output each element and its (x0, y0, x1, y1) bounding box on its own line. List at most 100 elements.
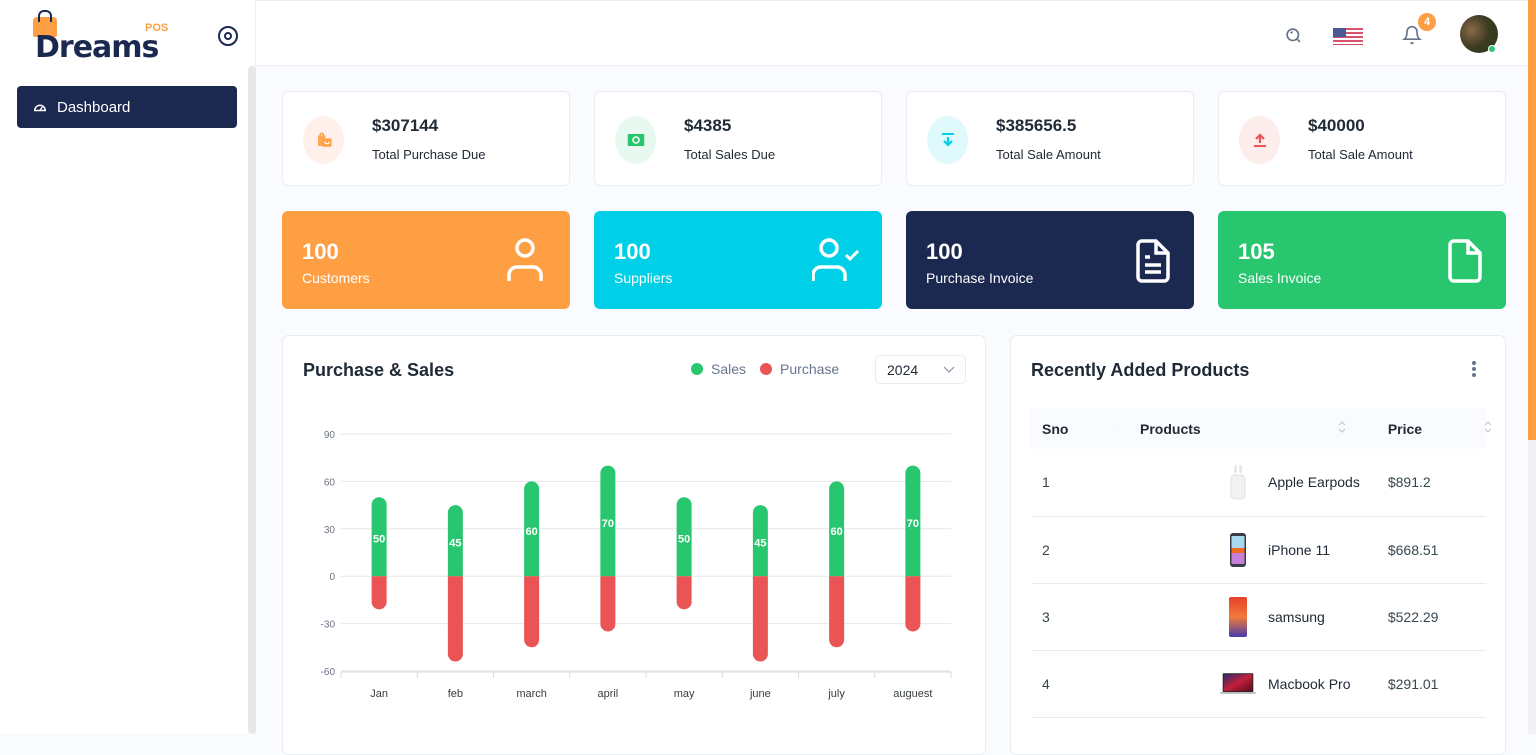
count-value: 100 (302, 239, 339, 264)
notification-badge: 4 (1418, 13, 1436, 31)
count-label: Suppliers (614, 270, 673, 286)
more-options-icon[interactable] (1471, 360, 1477, 378)
cell-sno: 1 (1031, 449, 1116, 517)
search-icon[interactable] (1285, 27, 1302, 44)
bar-purchase (371, 576, 387, 610)
column-label: Sno (1042, 420, 1069, 437)
data-label: 70 (602, 518, 614, 530)
y-tick-label: -60 (321, 667, 336, 678)
scrollbar-thumb[interactable] (1528, 0, 1536, 440)
table-row[interactable]: 4 Macbook Pro $291.01 (1031, 650, 1486, 718)
bell-icon[interactable] (1402, 25, 1422, 45)
year-select[interactable]: 2024 (875, 355, 966, 384)
sidebar-scrollbar[interactable] (248, 66, 256, 734)
stat-card-total-sale: $385656.5 Total Sale Amount (906, 91, 1194, 186)
column-header-sno[interactable]: Sno (1031, 408, 1123, 449)
table-row[interactable]: 3 samsung $522.29 (1031, 583, 1486, 651)
stat-value: $40000 (1308, 116, 1365, 135)
bar-purchase (600, 576, 616, 632)
count-label: Sales Invoice (1238, 270, 1322, 286)
cell-sno: 3 (1031, 583, 1116, 651)
count-value: 100 (614, 239, 651, 264)
count-card-customers[interactable]: 100 Customers (282, 211, 570, 309)
y-tick-label: 30 (324, 525, 336, 536)
table-header-row: Sno Products Price (1031, 408, 1492, 449)
bar-purchase (905, 576, 921, 632)
stat-card-total-sale-amount: $40000 Total Sale Amount (1218, 91, 1506, 186)
brand-logo[interactable]: Dreams POS (17, 10, 168, 65)
stat-label: Total Sale Amount (1308, 147, 1413, 162)
x-tick-label: july (827, 688, 845, 700)
table-row[interactable]: 2 iPhone 11 $668.51 (1031, 516, 1486, 584)
stat-card-purchase-due: $307144 Total Purchase Due (282, 91, 570, 186)
bar-purchase (752, 576, 768, 662)
product-name[interactable]: samsung (1268, 609, 1325, 625)
legend-label-purchase[interactable]: Purchase (780, 361, 839, 377)
stat-value: $4385 (684, 116, 732, 135)
chevron-down-icon (943, 366, 955, 373)
count-card-suppliers[interactable]: 100 Suppliers (594, 211, 882, 309)
column-label: Price (1387, 420, 1423, 437)
product-name[interactable]: iPhone 11 (1268, 542, 1330, 558)
us-flag-icon[interactable] (1333, 28, 1363, 45)
count-label: Customers (302, 270, 370, 286)
table-row[interactable]: 1 Apple Earpods $891.2 (1031, 449, 1486, 517)
count-label: Purchase Invoice (926, 270, 1034, 286)
recent-products-table: Sno Products Price 1 Apple Earpods $891.… (1031, 408, 1492, 718)
sort-icon[interactable] (1338, 420, 1346, 434)
brand-name: Dreams (35, 30, 159, 65)
sort-icon[interactable] (1484, 420, 1492, 434)
cell-price: $668.51 (1359, 516, 1486, 584)
legend-dot-purchase (760, 363, 773, 375)
file-icon (1448, 239, 1482, 283)
cell-price: $891.2 (1359, 449, 1486, 517)
sidebar-item-dashboard[interactable]: Dashboard (17, 86, 237, 128)
x-tick-label: june (749, 688, 771, 700)
page-scrollbar[interactable] (1528, 0, 1536, 734)
y-tick-label: 0 (329, 572, 335, 583)
column-label: Products (1140, 420, 1201, 437)
data-label: 45 (449, 538, 461, 550)
samsung-phone-image[interactable] (1220, 593, 1256, 641)
recent-products-panel: Recently Added Products Sno Products Pri… (1010, 335, 1506, 755)
stat-label: Total Purchase Due (372, 147, 486, 162)
data-label: 60 (526, 526, 538, 538)
data-label: 60 (831, 526, 843, 538)
count-value: 105 (1238, 239, 1275, 264)
online-status-dot (1488, 45, 1496, 53)
panel-title: Recently Added Products (1031, 360, 1250, 380)
legend-label-sales[interactable]: Sales (711, 361, 746, 377)
product-name[interactable]: Apple Earpods (1268, 474, 1360, 490)
count-card-purchase-invoice[interactable]: 100 Purchase Invoice (906, 211, 1194, 309)
x-tick-label: april (597, 688, 618, 700)
sidebar-toggle-icon[interactable] (218, 26, 238, 46)
data-label: 50 (373, 534, 385, 546)
iphone-image[interactable] (1220, 526, 1256, 574)
x-tick-label: Jan (370, 688, 388, 700)
column-header-price[interactable]: Price (1359, 408, 1492, 449)
cell-sno: 2 (1031, 516, 1116, 584)
product-name[interactable]: Macbook Pro (1268, 676, 1350, 692)
purchase-sales-chart: 90 60 30 0 -30 -60 Jan 50 feb 45 march 60 april 70 may… (321, 430, 952, 700)
cell-price: $291.01 (1359, 650, 1486, 718)
file-text-icon (1136, 239, 1170, 283)
earpods-image[interactable] (1220, 458, 1256, 506)
y-tick-label: -30 (321, 620, 336, 631)
user-check-icon (812, 238, 860, 281)
y-tick-label: 60 (324, 477, 336, 488)
stat-value: $385656.5 (996, 116, 1077, 135)
bar-purchase (829, 576, 845, 648)
x-tick-label: march (516, 688, 547, 700)
x-tick-label: auguest (893, 688, 932, 700)
year-select-value: 2024 (887, 362, 919, 378)
user-icon (507, 238, 543, 281)
macbook-image[interactable] (1220, 660, 1256, 708)
stat-card-sales-due: $4385 Total Sales Due (594, 91, 882, 186)
x-tick-label: may (674, 688, 695, 700)
column-header-products[interactable]: Products (1116, 408, 1360, 449)
y-tick-label: 90 (324, 430, 336, 441)
chart-legend: Sales Purchase (691, 361, 839, 377)
download-arrow-icon (927, 116, 968, 164)
stat-label: Total Sale Amount (996, 147, 1101, 162)
count-card-sales-invoice[interactable]: 105 Sales Invoice (1218, 211, 1506, 309)
